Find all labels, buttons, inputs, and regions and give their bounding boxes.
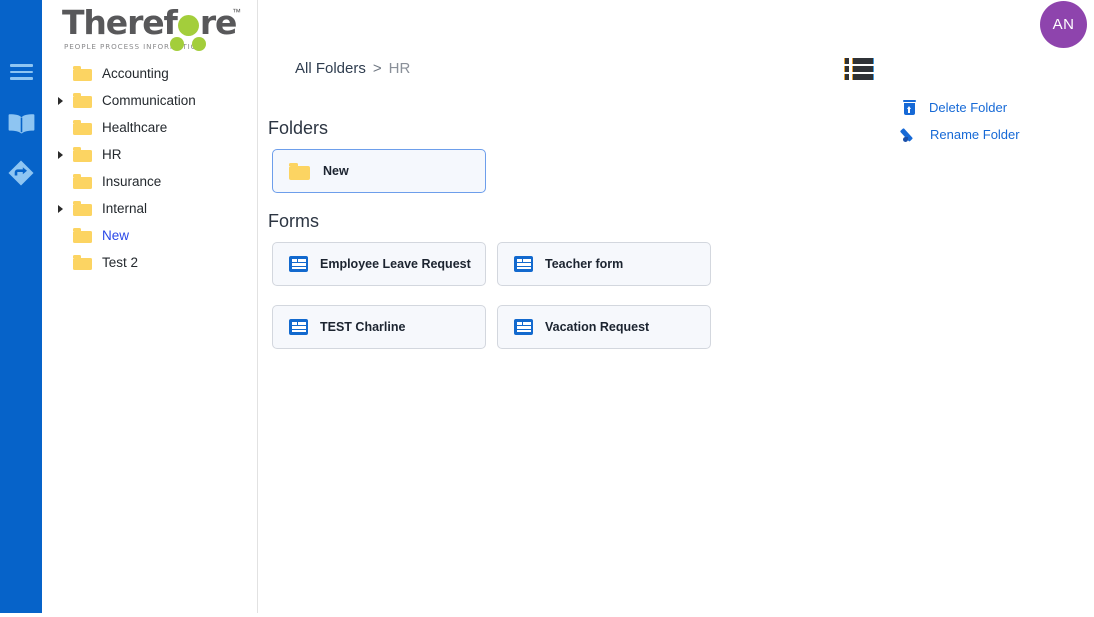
form-card-vacation-request[interactable]: Vacation Request	[497, 305, 711, 349]
chevron-right-icon[interactable]	[54, 202, 68, 216]
tree-item-new[interactable]: New	[42, 222, 258, 249]
rename-folder-label: Rename Folder	[930, 127, 1020, 142]
form-card-employee-leave-request[interactable]: Employee Leave Request	[272, 242, 486, 286]
menu-toggle-button[interactable]	[0, 54, 42, 90]
folders-section-title: Folders	[268, 118, 328, 139]
tree-item-label: HR	[102, 147, 122, 162]
chevron-right-icon	[54, 175, 68, 189]
delete-folder-label: Delete Folder	[929, 100, 1007, 115]
breadcrumb: All Folders > HR	[295, 60, 410, 77]
tree-item-insurance[interactable]: Insurance	[42, 168, 258, 195]
logo-green-o-icon	[178, 15, 199, 36]
form-card-label: Vacation Request	[545, 320, 649, 334]
breadcrumb-current: HR	[389, 60, 411, 77]
therefore-logo[interactable]: Therefre ™ PEOPLE PROCESS INFORMATION	[62, 4, 242, 56]
folder-icon	[73, 174, 92, 189]
tree-item-accounting[interactable]: Accounting	[42, 60, 258, 87]
tree-item-label: Accounting	[102, 66, 169, 81]
hamburger-icon	[10, 64, 33, 80]
workflow-diamond-icon	[7, 159, 35, 187]
avatar[interactable]: AN	[1040, 1, 1087, 48]
trash-icon	[902, 100, 916, 116]
book-icon	[8, 113, 35, 134]
form-card-test-charline[interactable]: TEST Charline	[272, 305, 486, 349]
tree-item-label: Insurance	[102, 174, 161, 189]
form-icon	[514, 256, 533, 272]
form-card-label: Teacher form	[545, 257, 623, 271]
tree-item-healthcare[interactable]: Healthcare	[42, 114, 258, 141]
logo-text-part1: Theref	[62, 3, 177, 42]
tree-item-test-2[interactable]: Test 2	[42, 249, 258, 276]
breadcrumb-separator: >	[373, 60, 382, 77]
folder-icon	[73, 147, 92, 162]
form-card-label: TEST Charline	[320, 320, 405, 334]
form-card-label: Employee Leave Request	[320, 257, 471, 271]
tree-item-label: Healthcare	[102, 120, 167, 135]
library-button[interactable]	[0, 105, 42, 141]
folder-icon	[73, 255, 92, 270]
chevron-right-icon	[54, 67, 68, 81]
tree-item-internal[interactable]: Internal	[42, 195, 258, 222]
chevron-right-icon	[54, 229, 68, 243]
tree-item-communication[interactable]: Communication	[42, 87, 258, 114]
folder-icon	[289, 163, 310, 180]
forms-section-title: Forms	[268, 211, 319, 232]
folder-icon	[73, 228, 92, 243]
left-icon-rail	[0, 0, 42, 613]
folder-tree-sidebar: Therefre ™ PEOPLE PROCESS INFORMATION Ac…	[42, 0, 258, 613]
folder-card-label: New	[323, 164, 349, 178]
chevron-right-icon[interactable]	[54, 148, 68, 162]
delete-folder-button[interactable]: Delete Folder	[902, 94, 1020, 121]
avatar-initials: AN	[1053, 16, 1075, 33]
logo-green-dots-icon	[170, 37, 214, 56]
breadcrumb-all-folders[interactable]: All Folders	[295, 60, 366, 77]
chevron-right-icon	[54, 121, 68, 135]
folder-icon	[73, 93, 92, 108]
folder-actions-panel: Delete Folder Rename Folder	[902, 94, 1020, 148]
workflow-button[interactable]	[0, 155, 42, 191]
form-icon	[514, 319, 533, 335]
rename-folder-button[interactable]: Rename Folder	[902, 121, 1020, 148]
tree-item-label: Internal	[102, 201, 147, 216]
folder-icon	[73, 66, 92, 81]
pencil-icon	[902, 127, 917, 142]
form-icon	[289, 319, 308, 335]
logo-trademark: ™	[232, 7, 241, 17]
folder-tree: Accounting Communication Healthcare HR	[42, 60, 258, 276]
folder-icon	[73, 120, 92, 135]
tree-item-label: Test 2	[102, 255, 138, 270]
tree-item-label: Communication	[102, 93, 196, 108]
folder-card-new[interactable]: New	[272, 149, 486, 193]
main-content: All Folders > HR Folders New Forms Emplo…	[258, 0, 1094, 617]
app-root: Therefre ™ PEOPLE PROCESS INFORMATION Ac…	[0, 0, 1094, 617]
chevron-right-icon	[54, 256, 68, 270]
tree-item-hr[interactable]: HR	[42, 141, 258, 168]
form-card-teacher-form[interactable]: Teacher form	[497, 242, 711, 286]
list-view-icon[interactable]	[844, 55, 874, 81]
chevron-right-icon[interactable]	[54, 94, 68, 108]
tree-item-label: New	[102, 228, 129, 243]
folder-icon	[73, 201, 92, 216]
form-icon	[289, 256, 308, 272]
